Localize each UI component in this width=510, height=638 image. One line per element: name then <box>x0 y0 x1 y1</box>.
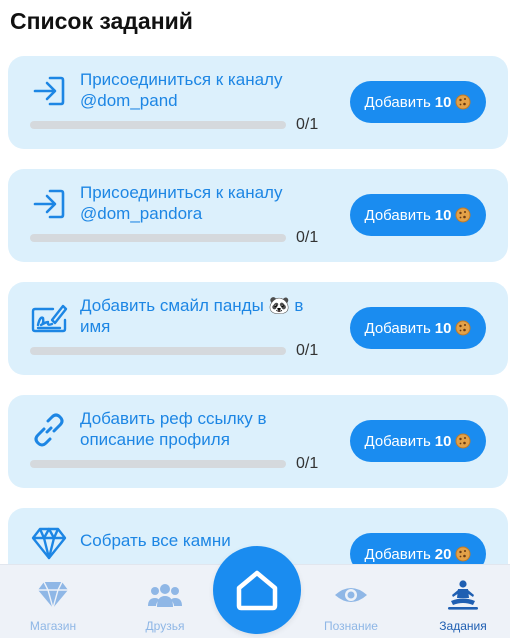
task-title: Собрать все камни <box>80 531 231 550</box>
nav-label: Магазин <box>29 619 77 633</box>
reward-amount: 10 <box>434 432 452 450</box>
task-title: Присоединиться к каналу @dom_pandora <box>80 183 283 223</box>
task-card: Добавить реф ссылку в описание профиля 0… <box>8 395 508 488</box>
add-button-label: Добавить <box>364 319 431 337</box>
reward-amount: 20 <box>434 545 452 563</box>
nav-label: Познание <box>324 619 378 633</box>
page-title: Список заданий <box>10 8 193 34</box>
nav-item-friends[interactable]: Друзья <box>120 565 210 638</box>
add-button-label: Добавить <box>364 206 431 224</box>
cookie-icon <box>455 320 471 336</box>
add-reward-button[interactable]: Добавить 10 <box>350 194 486 236</box>
task-title: Добавить реф ссылку в описание профиля <box>80 409 267 449</box>
task-progress-bar <box>30 347 286 355</box>
cookie-icon <box>455 433 471 449</box>
task-card: Добавить смайл панды 🐼 в имя 0/1 Добавит… <box>8 282 508 375</box>
task-card: Присоединиться к каналу @dom_pandora 0/1… <box>8 169 508 262</box>
eye-icon <box>333 579 369 611</box>
nav-item-knowledge[interactable]: Познание <box>306 565 396 638</box>
cookie-icon <box>455 546 471 562</box>
task-progress-bar <box>30 121 286 129</box>
enter-icon <box>30 185 68 223</box>
task-progress-text: 0/1 <box>296 229 319 246</box>
add-reward-button[interactable]: Добавить 10 <box>350 307 486 349</box>
home-button[interactable] <box>213 546 301 634</box>
add-button-label: Добавить <box>364 432 431 450</box>
task-title: Присоединиться к каналу @dom_pand <box>80 70 283 110</box>
task-progress-text: 0/1 <box>296 342 319 359</box>
add-reward-button[interactable]: Добавить 10 <box>350 420 486 462</box>
task-title: Добавить смайл панды 🐼 в имя <box>80 296 304 336</box>
task-progress-text: 0/1 <box>296 116 319 133</box>
home-icon <box>233 566 281 614</box>
link-icon <box>30 411 68 449</box>
cookie-icon <box>455 207 471 223</box>
reward-amount: 10 <box>434 206 452 224</box>
add-button-label: Добавить <box>364 545 431 563</box>
task-list: Присоединиться к каналу @dom_pand 0/1 До… <box>8 56 508 621</box>
task-progress-bar <box>30 460 286 468</box>
nav-item-shop[interactable]: Магазин <box>8 565 98 638</box>
meditation-icon <box>445 579 481 611</box>
nav-label: Друзья <box>145 619 185 633</box>
nav-label: Задания <box>439 619 487 633</box>
nav-item-tasks[interactable]: Задания <box>418 565 508 638</box>
reward-amount: 10 <box>434 93 452 111</box>
add-button-label: Добавить <box>364 93 431 111</box>
add-reward-button[interactable]: Добавить 10 <box>350 81 486 123</box>
cookie-icon <box>455 94 471 110</box>
diamond-icon <box>30 524 68 562</box>
task-progress-bar <box>30 234 286 242</box>
signature-icon <box>30 298 68 336</box>
enter-icon <box>30 72 68 110</box>
users-icon <box>147 579 183 611</box>
reward-amount: 10 <box>434 319 452 337</box>
task-card: Присоединиться к каналу @dom_pand 0/1 До… <box>8 56 508 149</box>
task-progress-text: 0/1 <box>296 455 319 472</box>
diamond-icon <box>35 579 71 611</box>
